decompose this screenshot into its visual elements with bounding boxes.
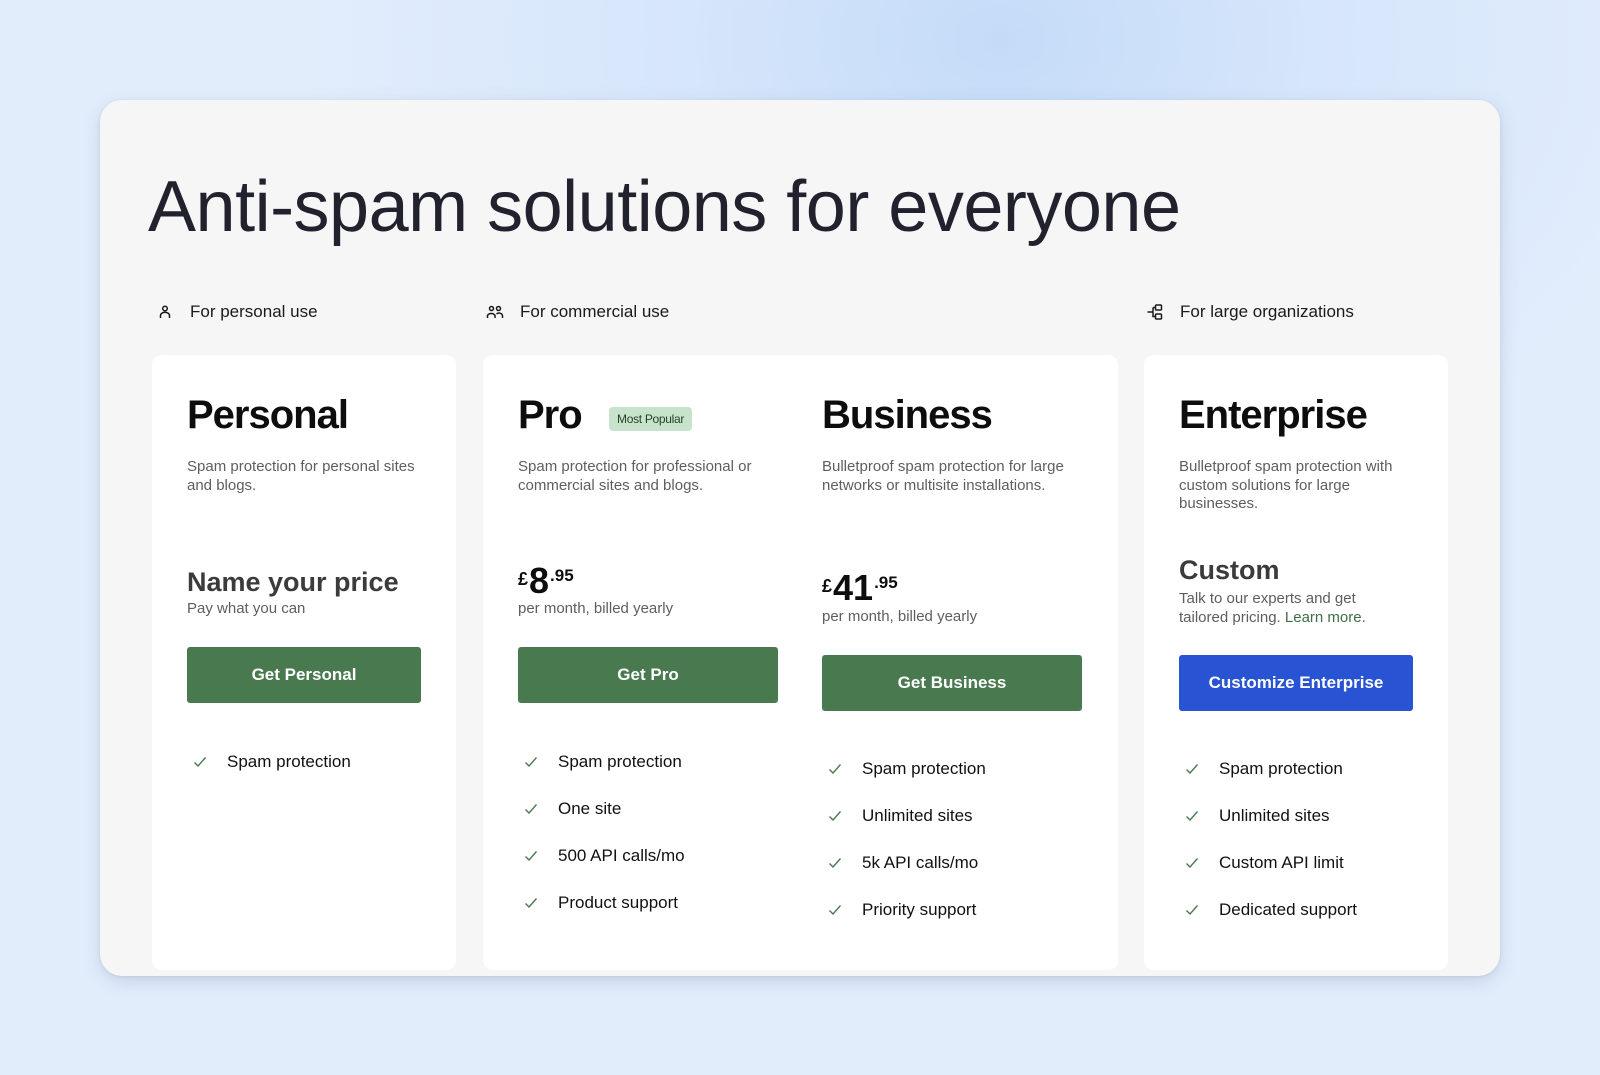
feature-label: Spam protection	[862, 758, 986, 778]
price-currency: £	[822, 576, 833, 596]
price-subtext: Pay what you can	[187, 600, 306, 617]
price-subtext: per month, billed yearly	[518, 600, 674, 617]
price-whole: 8	[529, 560, 550, 601]
plan-name: Business	[822, 393, 993, 437]
plan-description: Spam protection for professional or comm…	[518, 458, 752, 494]
feature-label: Spam protection	[227, 751, 351, 771]
feature-item: Spam protection	[1179, 745, 1357, 792]
price-cents: .95	[550, 566, 574, 585]
price-label: Custom	[1179, 555, 1280, 585]
feature-item: One site	[518, 785, 685, 832]
feature-item: Product support	[518, 879, 685, 926]
price-cents: .95	[874, 573, 898, 592]
feature-label: 500 API calls/mo	[558, 845, 685, 865]
feature-label: Spam protection	[558, 751, 682, 771]
feature-label: 5k API calls/mo	[862, 852, 979, 872]
people-icon	[486, 305, 504, 318]
price: £ 41 .95	[822, 570, 898, 606]
plan-description: Spam protection for personal sites and b…	[187, 458, 415, 494]
category-organizations: For large organizations	[1146, 302, 1354, 322]
page-title: Anti-spam solutions for everyone	[148, 167, 1181, 247]
feature-list: Spam protection	[187, 738, 351, 785]
check-icon	[829, 763, 842, 774]
check-icon	[1186, 857, 1199, 868]
feature-label: One site	[558, 798, 622, 818]
category-personal: For personal use	[156, 302, 318, 322]
get-pro-button[interactable]: Get Pro	[518, 647, 778, 703]
category-commercial: For commercial use	[486, 302, 669, 322]
check-icon	[525, 756, 538, 767]
check-icon	[1186, 810, 1199, 821]
learn-more-link[interactable]: Learn more.	[1285, 609, 1366, 626]
feature-item: Unlimited sites	[1179, 792, 1357, 839]
check-icon	[1186, 904, 1199, 915]
check-icon	[829, 904, 842, 915]
organization-icon	[1147, 304, 1163, 320]
category-label: For personal use	[190, 302, 318, 321]
feature-label: Dedicated support	[1219, 899, 1357, 919]
feature-label: Product support	[558, 892, 679, 912]
check-icon	[829, 810, 842, 821]
price-subtext: per month, billed yearly	[822, 608, 978, 625]
feature-label: Unlimited sites	[1219, 805, 1330, 825]
get-business-button[interactable]: Get Business	[822, 655, 1082, 711]
price-subtext: Talk to our experts and get tailored pri…	[1179, 590, 1394, 627]
personal-card: Personal Spam protection for personal si…	[152, 355, 456, 970]
price-currency: £	[518, 569, 529, 589]
feature-list: Spam protection Unlimited sites Custom A…	[1179, 745, 1357, 933]
feature-list: Spam protection One site 500 API calls/m…	[518, 738, 685, 926]
pricing-panel: Anti-spam solutions for everyone For per…	[100, 100, 1500, 976]
check-icon	[1186, 763, 1199, 774]
customize-enterprise-button[interactable]: Customize Enterprise	[1179, 655, 1413, 711]
commercial-card: Pro Most Popular Spam protection for pro…	[483, 355, 1118, 970]
price-label: Name your price	[187, 567, 399, 597]
category-label: For large organizations	[1180, 302, 1354, 321]
feature-item: Unlimited sites	[822, 792, 986, 839]
feature-list: Spam protection Unlimited sites 5k API c…	[822, 745, 986, 933]
plan-name: Enterprise	[1179, 393, 1368, 437]
check-icon	[525, 803, 538, 814]
category-label: For commercial use	[520, 302, 670, 321]
feature-label: Custom API limit	[1219, 852, 1344, 872]
feature-item: Spam protection	[518, 738, 685, 785]
person-icon	[159, 305, 171, 318]
feature-item: Spam protection	[187, 738, 351, 785]
price: £ 8 .95	[518, 563, 574, 599]
feature-item: 5k API calls/mo	[822, 839, 986, 886]
plan-name: Pro	[518, 393, 583, 437]
feature-label: Spam protection	[1219, 758, 1343, 778]
price-whole: 41	[833, 567, 874, 608]
plan-description: Bulletproof spam protection for large ne…	[822, 458, 1064, 494]
feature-item: Dedicated support	[1179, 886, 1357, 933]
most-popular-badge: Most Popular	[609, 407, 693, 431]
feature-label: Priority support	[862, 899, 977, 919]
check-icon	[829, 857, 842, 868]
get-personal-button[interactable]: Get Personal	[187, 647, 421, 703]
feature-item: Spam protection	[822, 745, 986, 792]
feature-label: Unlimited sites	[862, 805, 973, 825]
check-icon	[525, 850, 538, 861]
feature-item: Priority support	[822, 886, 986, 933]
feature-item: Custom API limit	[1179, 839, 1357, 886]
check-icon	[525, 897, 538, 908]
plan-name: Personal	[187, 393, 349, 437]
check-icon	[194, 756, 207, 767]
enterprise-card: Enterprise Bulletproof spam protection w…	[1144, 355, 1448, 970]
feature-item: 500 API calls/mo	[518, 832, 685, 879]
plan-description: Bulletproof spam protection with custom …	[1179, 458, 1393, 512]
